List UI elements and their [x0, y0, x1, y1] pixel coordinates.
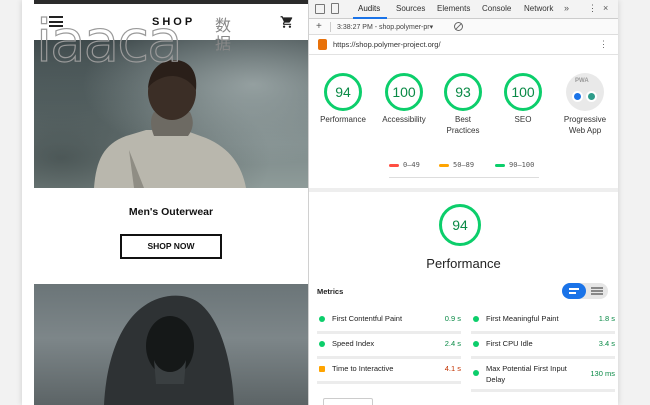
- more-tabs-icon[interactable]: »: [564, 3, 569, 13]
- gauge-best-practices[interactable]: 93 Best Practices: [435, 73, 491, 137]
- tab-audits[interactable]: Audits: [358, 4, 380, 13]
- metric-name: First CPU Idle: [486, 339, 533, 348]
- new-audit-icon[interactable]: +: [316, 21, 322, 32]
- toggle-expanded[interactable]: [591, 287, 603, 295]
- metric-max-potential-fid[interactable]: Max Potential First Input Delay 130 ms: [471, 360, 615, 392]
- pwa-badge-text: PWA: [575, 78, 589, 84]
- metric-value: 4.1 s: [444, 364, 461, 373]
- audited-url[interactable]: https://shop.polymer-project.org/: [333, 40, 441, 49]
- device-toolbar-icon[interactable]: [331, 3, 339, 14]
- gauge-label: Performance: [320, 115, 366, 124]
- devtools-menu-icon[interactable]: ⋮: [588, 3, 597, 14]
- gauge-seo[interactable]: 100 SEO: [495, 73, 551, 126]
- status-dot: [473, 316, 479, 322]
- watermark-logo: iaaca: [35, 7, 183, 75]
- close-icon[interactable]: ×: [603, 3, 608, 13]
- hero-image-secondary[interactable]: [34, 284, 308, 405]
- devtools-tab-bar: Audits Sources Elements Console Network …: [309, 0, 618, 19]
- legend-item-fail: 0–49: [389, 161, 420, 169]
- tab-sources[interactable]: Sources: [396, 4, 425, 13]
- legend-item-average: 50–89: [439, 161, 474, 169]
- performance-title: Performance: [426, 256, 501, 271]
- pwa-badge-icon: PWA: [566, 73, 604, 111]
- gauge-performance[interactable]: 94 Performance: [315, 73, 371, 126]
- score-ring: 100: [504, 73, 542, 111]
- tab-network[interactable]: Network: [524, 4, 553, 13]
- clear-icon[interactable]: [454, 22, 463, 31]
- metric-name: First Contentful Paint: [332, 314, 403, 323]
- audit-select[interactable]: 3:38:27 PM - shop.polymer-pr▾: [337, 23, 433, 31]
- metrics-view-toggle[interactable]: [562, 283, 608, 299]
- metric-name: Max Potential First Input Delay: [486, 364, 567, 385]
- gauge-label: Accessibility: [382, 115, 426, 124]
- metric-first-cpu-idle[interactable]: First CPU Idle 3.4 s: [471, 335, 615, 359]
- toolbar-divider: [330, 22, 331, 32]
- status-dot: [319, 316, 325, 322]
- window-frame: SHOP Men's Outerwear SHOP NOW iaaca 数 据 …: [22, 0, 618, 405]
- status-dot: [473, 370, 479, 376]
- product-name: Men's Outerwear: [128, 206, 214, 218]
- legend-swatch: [495, 163, 505, 167]
- metrics-heading: Metrics: [317, 287, 344, 296]
- metric-first-meaningful-paint[interactable]: First Meaningful Paint 1.8 s: [471, 310, 615, 334]
- legend-item-pass: 90–100: [495, 161, 534, 169]
- metric-value: 2.4 s: [444, 339, 461, 348]
- legend-swatch: [389, 163, 399, 167]
- devtools-panel: Audits Sources Elements Console Network …: [308, 0, 618, 405]
- audit-toolbar: + 3:38:27 PM - shop.polymer-pr▾: [309, 19, 618, 35]
- legend-swatch: [439, 163, 449, 167]
- url-bar: https://shop.polymer-project.org/ ⋮: [309, 35, 618, 55]
- section-divider: [309, 188, 618, 192]
- score-ring: 94: [324, 73, 362, 111]
- report-menu-icon[interactable]: ⋮: [599, 39, 608, 50]
- metric-value: 3.4 s: [598, 339, 615, 348]
- gauge-accessibility[interactable]: 100 Accessibility: [375, 73, 433, 126]
- view-more-button[interactable]: [323, 398, 373, 405]
- score-ring: 93: [444, 73, 482, 111]
- tab-console[interactable]: Console: [482, 4, 511, 13]
- lighthouse-icon: [318, 39, 327, 50]
- metric-time-to-interactive[interactable]: Time to Interactive 4.1 s: [317, 360, 461, 384]
- metric-name: Speed Index: [332, 339, 375, 348]
- performance-score-ring: 94: [439, 204, 481, 246]
- cart-icon[interactable]: [280, 15, 294, 29]
- score-ring: 100: [385, 73, 423, 111]
- gauge-label: Progressive Web App: [563, 115, 607, 135]
- metric-name: Time to Interactive: [332, 364, 394, 373]
- watermark-cn: 数 据: [215, 18, 232, 53]
- inspect-icon[interactable]: [315, 4, 325, 14]
- metric-first-contentful-paint[interactable]: First Contentful Paint 0.9 s: [317, 310, 461, 334]
- toggle-compact[interactable]: [562, 283, 586, 299]
- metric-value: 1.8 s: [598, 314, 615, 323]
- metric-value: 130 ms: [590, 369, 615, 378]
- status-square: [319, 366, 325, 372]
- metric-speed-index[interactable]: Speed Index 2.4 s: [317, 335, 461, 359]
- gauge-pwa[interactable]: PWA Progressive Web App: [555, 73, 615, 137]
- score-legend: 0–49 50–89 90–100: [389, 152, 539, 178]
- shop-now-button[interactable]: SHOP NOW: [120, 234, 222, 259]
- tab-elements[interactable]: Elements: [437, 4, 470, 13]
- metric-value: 0.9 s: [444, 314, 461, 323]
- metric-name: First Meaningful Paint: [486, 314, 559, 323]
- status-dot: [319, 341, 325, 347]
- gauge-label: Best Practices: [446, 115, 480, 135]
- gauge-label: SEO: [514, 115, 532, 124]
- status-dot: [473, 341, 479, 347]
